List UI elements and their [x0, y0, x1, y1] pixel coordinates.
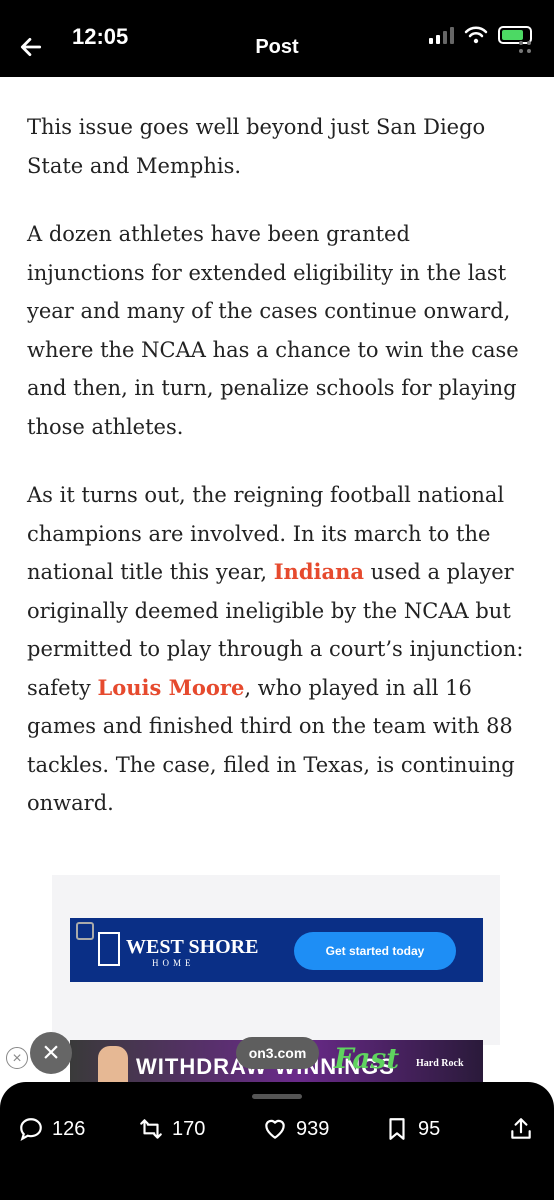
ad-close-small-icon[interactable]: ×: [6, 1047, 28, 1069]
ad-brand-sub: HOME: [152, 958, 195, 968]
paragraph-3: As it turns out, the reigning football n…: [27, 476, 527, 823]
reply-count: 126: [52, 1117, 86, 1140]
get-started-button[interactable]: Get started today: [294, 932, 456, 970]
repost-button[interactable]: 170: [138, 1116, 205, 1142]
like-button[interactable]: 939: [262, 1116, 329, 1142]
ad-brand: WEST SHORE: [126, 936, 259, 958]
ad-choices-icon[interactable]: [76, 922, 94, 940]
signal-icon: [429, 26, 454, 44]
action-bar: 126 170 939 95: [0, 1082, 554, 1200]
drag-handle[interactable]: [252, 1094, 302, 1099]
bookmark-icon: [389, 1118, 405, 1140]
article-body: This issue goes well beyond just San Die…: [27, 108, 527, 853]
ad-brand-logo: Hard Rock: [416, 1058, 464, 1069]
indiana-link[interactable]: Indiana: [274, 559, 364, 584]
reply-icon: [20, 1118, 42, 1141]
repost-count: 170: [172, 1117, 206, 1140]
paragraph-1: This issue goes well beyond just San Die…: [27, 115, 486, 178]
reply-button[interactable]: 126: [18, 1116, 85, 1142]
heart-icon: [265, 1119, 285, 1139]
paragraph-2: A dozen athletes have been granted injun…: [27, 222, 519, 439]
ad-close-icon[interactable]: ×: [30, 1032, 72, 1074]
west-shore-logo-icon: [98, 932, 120, 966]
ad-accent-text: Fast: [334, 1042, 400, 1075]
wifi-icon: [464, 26, 488, 44]
bookmark-count: 95: [418, 1117, 441, 1140]
ad-person-image: [98, 1046, 128, 1082]
louis-moore-link[interactable]: Louis Moore: [97, 675, 244, 700]
share-button[interactable]: [508, 1116, 534, 1142]
top-bar: 12:05 Post: [0, 0, 554, 77]
source-pill[interactable]: on3.com: [236, 1037, 319, 1069]
more-options-icon[interactable]: [518, 38, 532, 56]
status-icons: [429, 26, 532, 44]
like-count: 939: [296, 1117, 330, 1140]
share-icon: [511, 1118, 531, 1139]
repost-icon: [140, 1119, 162, 1139]
bookmark-button[interactable]: 95: [384, 1116, 440, 1142]
west-shore-ad[interactable]: WEST SHORE HOME Get started today: [70, 918, 483, 982]
